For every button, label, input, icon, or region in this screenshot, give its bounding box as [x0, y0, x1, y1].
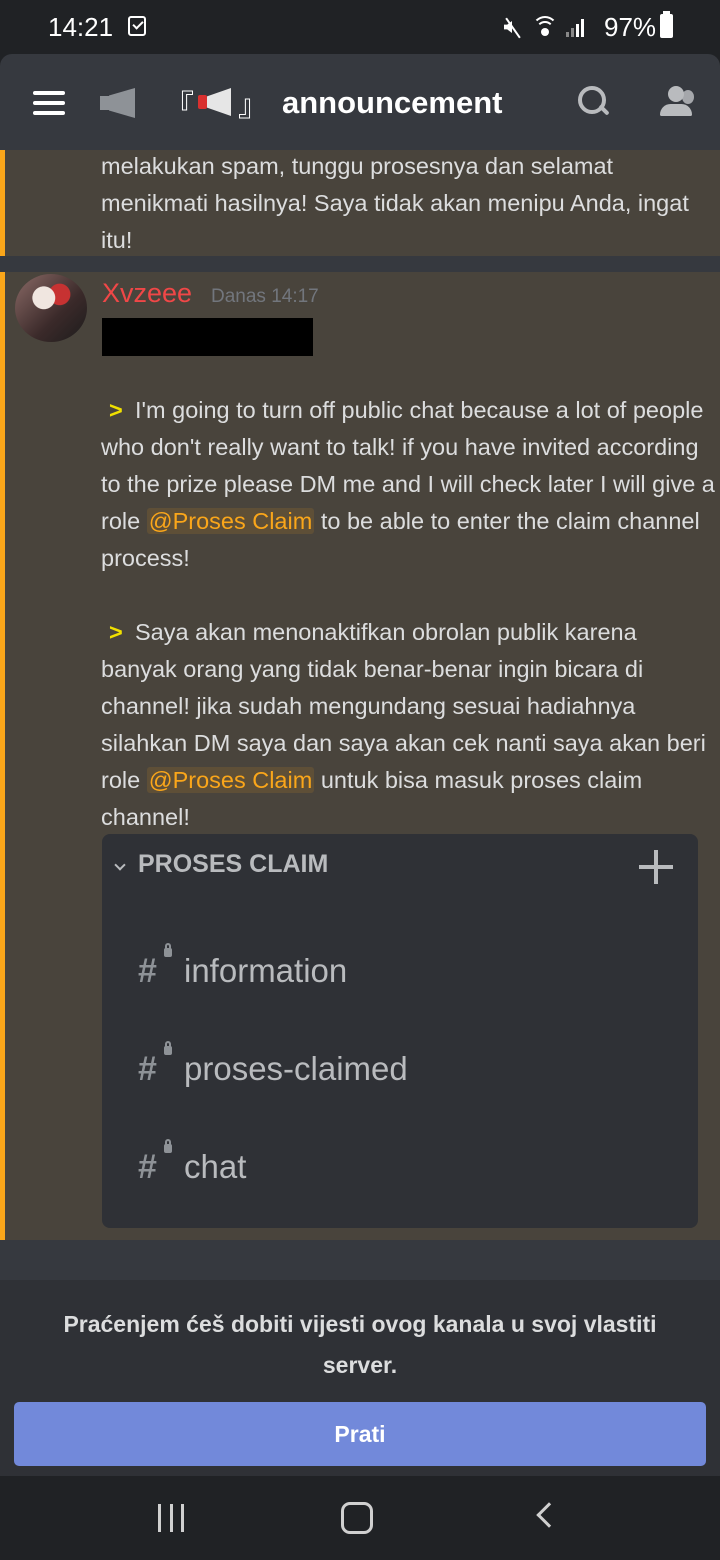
add-channel-icon[interactable] [639, 850, 673, 884]
status-icons [502, 14, 584, 40]
announcement-channel-icon [100, 88, 138, 118]
locked-hash-icon: # [138, 942, 184, 991]
wifi-icon [532, 16, 558, 38]
channel-item-label: chat [184, 1148, 247, 1185]
battery-icon [660, 11, 673, 38]
category-header[interactable]: PROSES CLAIM [102, 848, 698, 888]
message-paragraph-indonesian: > Saya akan menonaktifkan obrolan publik … [101, 614, 717, 836]
hamburger-menu-icon[interactable] [33, 91, 65, 115]
channel-item-information[interactable]: # information [138, 942, 348, 996]
locked-hash-icon: # [138, 1138, 184, 1187]
follow-button[interactable]: Prati [14, 1402, 706, 1466]
channel-item-label: information [184, 952, 348, 989]
follow-panel: Praćenjem ćeš dobiti vijesti ovog kanala… [0, 1280, 720, 1476]
role-mention[interactable]: @Proses Claim [146, 767, 315, 793]
role-mention[interactable]: @Proses Claim [146, 508, 315, 534]
category-name: PROSES CLAIM [138, 850, 329, 878]
megaphone-emoji-icon [196, 86, 236, 120]
channel-header: 『 』 announcement [0, 54, 720, 150]
avatar[interactable] [15, 274, 87, 342]
locked-hash-icon: # [138, 1040, 184, 1089]
follow-description: Praćenjem ćeš dobiti vijesti ovog kanala… [63, 1311, 657, 1378]
message-author[interactable]: Xvzeee [102, 278, 192, 309]
bracket-close: 』 [238, 90, 268, 123]
status-bar: 14:21 97% [0, 0, 720, 54]
channel-name: announcement [282, 85, 503, 120]
channel-item-chat[interactable]: # chat [138, 1138, 247, 1192]
bracket-open: 『 [164, 90, 194, 123]
status-time: 14:21 [48, 12, 114, 42]
channel-item-proses-claimed[interactable]: # proses-claimed [138, 1040, 408, 1094]
redacted-block [102, 318, 313, 356]
notification-check-icon [128, 16, 146, 36]
home-icon[interactable] [341, 1502, 373, 1534]
message-paragraph-english: > I'm going to turn off public chat becau… [101, 392, 717, 577]
arrow-icon: > [109, 619, 123, 645]
previous-message-text: melakukan spam, tunggu prosesnya dan sel… [101, 153, 689, 253]
battery-percent: 97% [604, 12, 657, 42]
channel-title: 『 』 announcement [164, 82, 502, 124]
message[interactable]: Xvzeee Danas 14:17 > I'm going to turn of… [0, 272, 720, 1240]
channel-category-embed: PROSES CLAIM # information # proses-clai… [102, 834, 698, 1228]
chevron-down-icon [114, 859, 126, 871]
channel-item-label: proses-claimed [184, 1050, 408, 1087]
signal-icon [566, 17, 584, 37]
members-icon[interactable] [658, 86, 698, 118]
previous-message[interactable]: melakukan spam, tunggu prosesnya dan sel… [0, 150, 720, 256]
search-icon[interactable] [578, 86, 610, 118]
arrow-icon: > [109, 397, 123, 423]
message-list[interactable]: melakukan spam, tunggu prosesnya dan sel… [0, 150, 720, 1280]
recent-apps-icon[interactable] [158, 1504, 184, 1532]
system-nav-bar [0, 1476, 720, 1560]
back-icon[interactable] [536, 1502, 562, 1528]
message-timestamp: Danas 14:17 [211, 286, 319, 307]
screen: 14:21 97% 『 』 announcement melakukan spa… [0, 0, 720, 1560]
mute-icon [502, 16, 524, 38]
